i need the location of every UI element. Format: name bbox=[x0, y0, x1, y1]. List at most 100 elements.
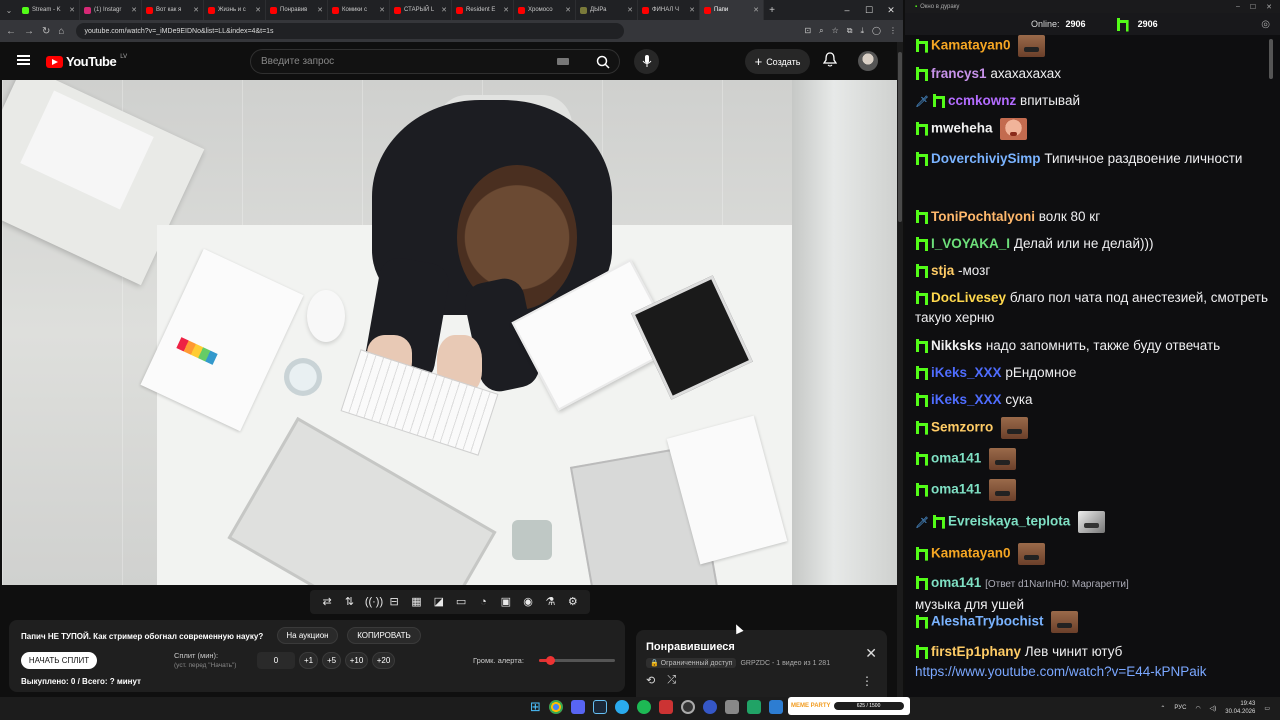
alert-volume-knob[interactable] bbox=[546, 656, 556, 665]
split-minutes-input[interactable]: 0 bbox=[257, 652, 295, 669]
chat-username[interactable]: ccmkownz bbox=[948, 93, 1016, 108]
browser-tab[interactable]: СТАРЫЙ L ✕ bbox=[390, 0, 452, 20]
chat-username[interactable]: oma141 bbox=[931, 451, 981, 466]
tab-close-icon[interactable]: ✕ bbox=[565, 6, 571, 14]
browser-tab[interactable]: Stream - K ✕ bbox=[18, 0, 80, 20]
user-avatar[interactable] bbox=[858, 51, 878, 71]
chat-scrollbar-thumb[interactable] bbox=[1269, 39, 1273, 79]
chat-username[interactable]: Nikksks bbox=[931, 338, 982, 353]
browser-tab[interactable]: Вот как я ✕ bbox=[142, 0, 204, 20]
steam-taskbar-icon[interactable] bbox=[592, 700, 607, 714]
auction-button[interactable]: На аукцион bbox=[277, 627, 338, 644]
vpn-taskbar-icon[interactable] bbox=[768, 700, 783, 714]
create-button[interactable]: + Создать bbox=[745, 49, 810, 74]
extensions-icon[interactable]: ⧉ bbox=[847, 26, 853, 36]
sort-icon[interactable]: ⇅ bbox=[342, 596, 356, 608]
chat-username[interactable]: oma141 bbox=[931, 575, 981, 590]
view-icon[interactable]: ⊟ bbox=[387, 596, 401, 608]
chat-username[interactable]: Semzorro bbox=[931, 420, 993, 435]
bookmark-star-icon[interactable]: ☆ bbox=[832, 26, 839, 36]
browser-tab[interactable]: Понравив ✕ bbox=[266, 0, 328, 20]
page-scrollbar[interactable] bbox=[897, 42, 903, 697]
add-1-button[interactable]: +1 bbox=[299, 652, 318, 669]
menu-dots-icon[interactable]: ⋮ bbox=[889, 26, 897, 36]
chat-reply-ref[interactable]: [Ответ d1NarInH0: Маргаретти] bbox=[985, 579, 1129, 590]
youtube-logo[interactable]: YouTube LV bbox=[46, 54, 127, 69]
close-window-icon[interactable]: ✕ bbox=[880, 5, 902, 16]
home-icon[interactable]: ⌂ bbox=[58, 26, 64, 37]
clock[interactable]: 19:43 30.04.2026 bbox=[1225, 700, 1255, 716]
chat-username[interactable]: iKeks_XXX bbox=[931, 365, 1002, 380]
tab-list-button[interactable]: ⌄ bbox=[0, 0, 18, 20]
playlist-title[interactable]: Понравившиеся bbox=[646, 641, 735, 653]
media-taskbar-icon[interactable] bbox=[702, 700, 717, 714]
explorer-taskbar-icon[interactable] bbox=[724, 700, 739, 714]
hamburger-menu-icon[interactable] bbox=[17, 55, 30, 65]
audio-waves-icon[interactable]: ((·)) bbox=[365, 596, 383, 608]
spotify-taskbar-icon[interactable] bbox=[636, 700, 651, 714]
chrome-taskbar-icon[interactable] bbox=[548, 700, 563, 714]
screenshot-icon[interactable]: ▣ bbox=[499, 596, 513, 608]
tab-close-icon[interactable]: ✕ bbox=[689, 6, 695, 14]
telegram-taskbar-icon[interactable] bbox=[614, 700, 629, 714]
tab-close-icon[interactable]: ✕ bbox=[193, 6, 199, 14]
browser-tab[interactable]: ДЫРа ✕ bbox=[576, 0, 638, 20]
chat-username[interactable]: Evreiskaya_teplota bbox=[948, 514, 1070, 529]
tab-close-icon[interactable]: ✕ bbox=[317, 6, 323, 14]
chat-username[interactable]: AleshaTrybochist bbox=[931, 614, 1044, 629]
flask-icon[interactable]: ⚗ bbox=[543, 596, 557, 608]
browser-tab[interactable]: Комики с ✕ bbox=[328, 0, 390, 20]
browser-tab[interactable]: Жизнь и с ✕ bbox=[204, 0, 266, 20]
add-10-button[interactable]: +10 bbox=[345, 652, 368, 669]
search-button[interactable] bbox=[587, 50, 619, 73]
picture-icon[interactable]: ◪ bbox=[432, 596, 446, 608]
speed-icon[interactable]: ◔ bbox=[476, 596, 490, 608]
chat-username[interactable]: I_VOYAKA_I bbox=[931, 236, 1010, 251]
tab-close-icon[interactable]: ✕ bbox=[69, 6, 75, 14]
obs-taskbar-icon[interactable] bbox=[680, 700, 695, 714]
add-5-button[interactable]: +5 bbox=[322, 652, 341, 669]
tab-close-icon[interactable]: ✕ bbox=[441, 6, 447, 14]
browser-tab[interactable]: Resident E ✕ bbox=[452, 0, 514, 20]
film-icon[interactable]: ▦ bbox=[409, 596, 423, 608]
search-input[interactable] bbox=[251, 56, 557, 67]
scrollbar-thumb[interactable] bbox=[898, 52, 902, 222]
browser-tab[interactable]: Хромосо ✕ bbox=[514, 0, 576, 20]
chat-username[interactable]: iKeks_XXX bbox=[931, 392, 1002, 407]
profile-icon[interactable]: ◯ bbox=[872, 26, 881, 36]
tab-close-icon[interactable]: ✕ bbox=[753, 6, 759, 14]
chat-username[interactable]: firstEp1phany bbox=[931, 644, 1021, 659]
tray-chevron-icon[interactable]: ⌃ bbox=[1160, 705, 1165, 712]
chat-username[interactable]: Kamatayan0 bbox=[931, 38, 1011, 53]
chat-username[interactable]: DoverchiviySimp bbox=[931, 151, 1041, 166]
wifi-icon[interactable]: ◠ bbox=[1195, 705, 1200, 712]
chat-username[interactable]: ToniPochtalyoni bbox=[931, 209, 1035, 224]
browser-tab[interactable]: Папи ✕ bbox=[700, 0, 764, 20]
chat-username[interactable]: stja bbox=[931, 263, 954, 278]
zoom-icon[interactable]: ⌕ bbox=[819, 26, 823, 36]
settings-gear-icon[interactable]: ⚙ bbox=[566, 596, 580, 608]
url-field[interactable]: youtube.com/watch?v=_iMDe9EIDNo&list=LL&… bbox=[76, 23, 625, 39]
chat-username[interactable]: Kamatayan0 bbox=[931, 546, 1011, 561]
loop-icon[interactable]: ⇄ bbox=[320, 596, 334, 608]
keyboard-icon[interactable] bbox=[557, 58, 569, 65]
tab-close-icon[interactable]: ✕ bbox=[379, 6, 385, 14]
frame-icon[interactable]: ▭ bbox=[454, 596, 468, 608]
camera-icon[interactable]: ◉ bbox=[521, 596, 535, 608]
more-options-icon[interactable]: ⋮ bbox=[861, 674, 873, 688]
language-indicator[interactable]: РУС bbox=[1174, 705, 1186, 711]
reload-icon[interactable]: ↻ bbox=[42, 26, 50, 37]
chat-settings-icon[interactable]: ◎ bbox=[1261, 19, 1270, 30]
meme-party-widget[interactable]: MEME PARTY 625 / 1500 bbox=[788, 697, 910, 715]
app-taskbar-icon[interactable] bbox=[658, 700, 673, 714]
notifications-icon[interactable]: ▭ bbox=[1264, 705, 1270, 712]
repeat-icon[interactable]: ⟲ bbox=[646, 674, 655, 687]
chat-username[interactable]: DocLivesey bbox=[931, 290, 1006, 305]
volume-icon[interactable]: ◁) bbox=[1210, 705, 1217, 712]
voice-search-button[interactable] bbox=[634, 49, 659, 74]
chat-username[interactable]: mweheha bbox=[931, 121, 993, 136]
start-split-button[interactable]: НАЧАТЬ СПЛИТ bbox=[21, 652, 97, 669]
tab-close-icon[interactable]: ✕ bbox=[131, 6, 137, 14]
add-20-button[interactable]: +20 bbox=[372, 652, 395, 669]
minimize-icon[interactable]: – bbox=[836, 5, 858, 15]
